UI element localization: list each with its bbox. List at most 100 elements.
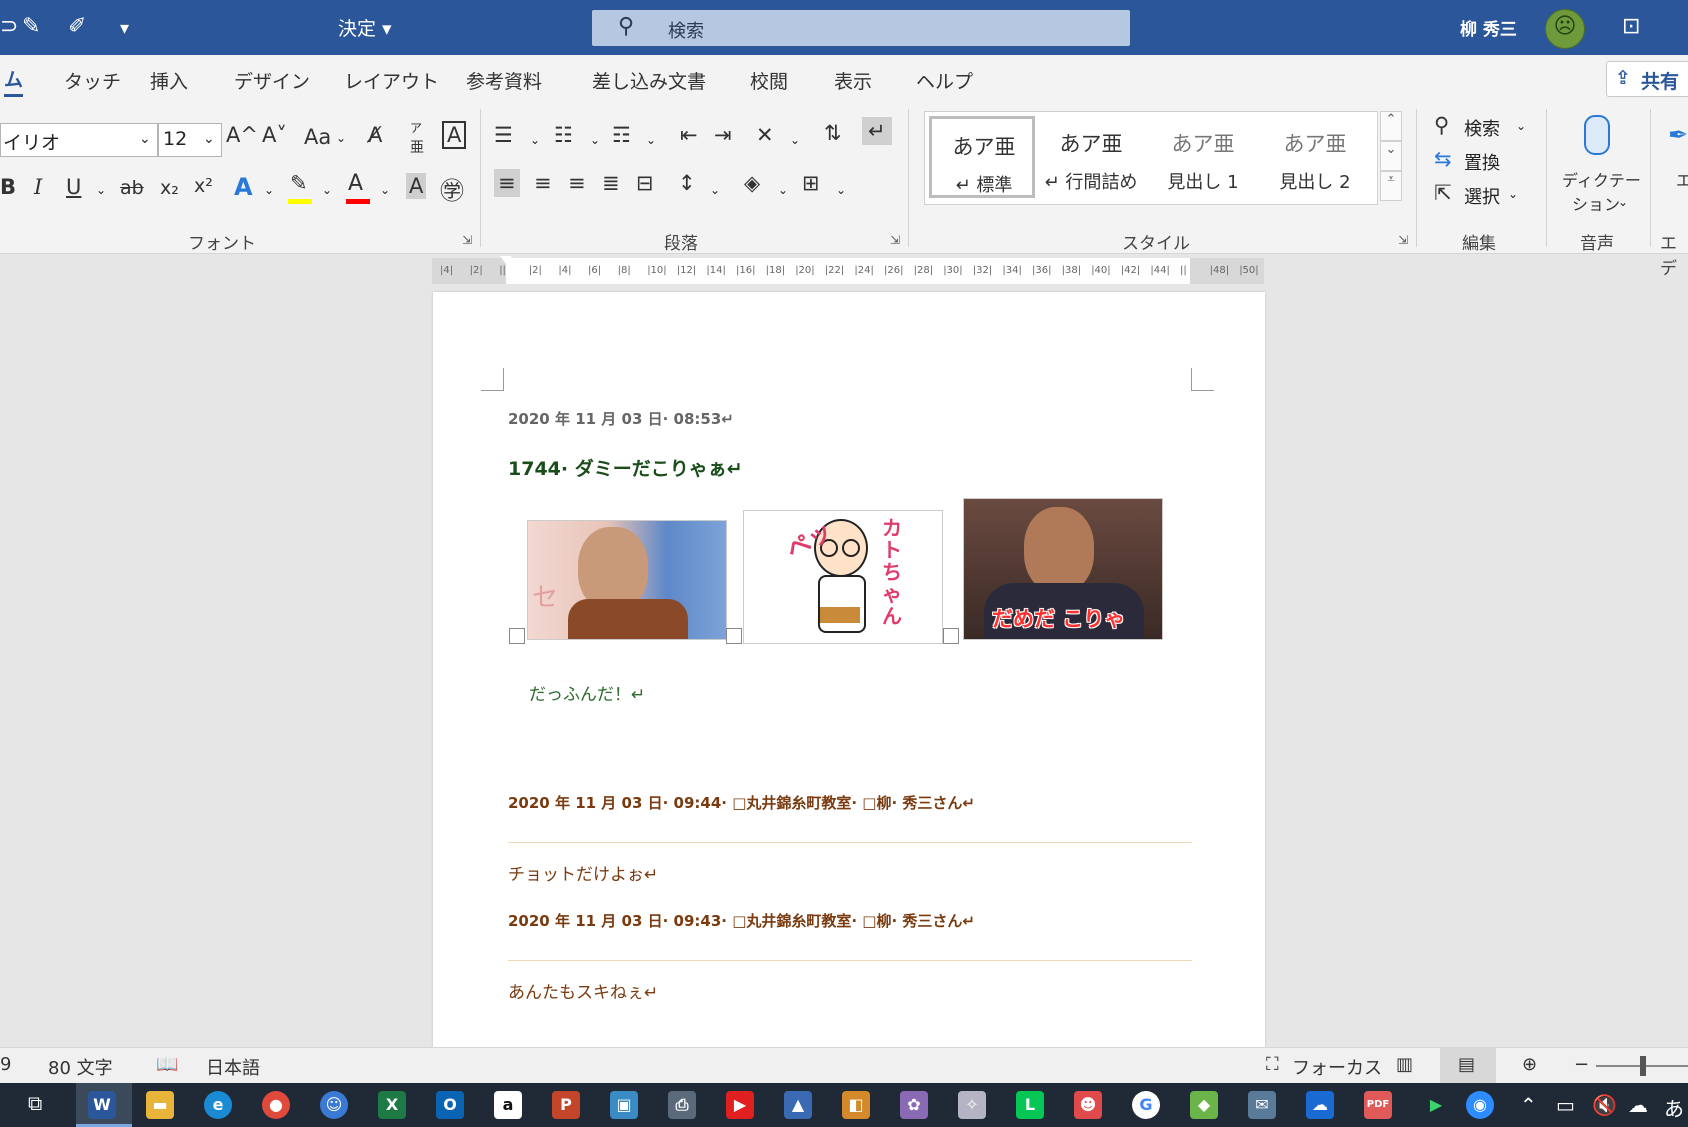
style-normal[interactable]: あア亜 ↵ 標準 xyxy=(929,116,1035,198)
style-no-spacing[interactable]: あア亜 ↵ 行間詰め xyxy=(1039,116,1143,198)
photo-comedian-2[interactable]: だめだ こりゃ xyxy=(963,498,1163,640)
proofing-icon[interactable]: 📖 xyxy=(156,1054,178,1075)
font-dialog-launcher-icon[interactable]: ⇲ xyxy=(462,233,472,247)
ime-indicator[interactable]: あ xyxy=(1664,1093,1684,1122)
line-spacing-icon[interactable]: ↕ xyxy=(678,171,696,195)
underline-button[interactable]: U xyxy=(66,175,81,199)
page-indicator[interactable]: 9 xyxy=(0,1054,11,1075)
tab-help[interactable]: ヘルプ xyxy=(916,67,973,94)
style-heading-1[interactable]: あア亜 見出し 1 xyxy=(1151,116,1255,198)
align-center-icon[interactable]: ≡ xyxy=(534,171,552,195)
chevron-down-icon[interactable]: ⌄ xyxy=(336,131,346,145)
chevron-down-icon[interactable]: ⌄ xyxy=(590,133,600,147)
search-box[interactable]: ⚲ 検索 xyxy=(592,10,1130,46)
character-app-icon[interactable]: ☻ xyxy=(1074,1091,1102,1119)
character-shading-icon[interactable]: A xyxy=(406,173,427,199)
user-name[interactable]: 柳 秀三 xyxy=(1460,15,1517,40)
highlight-pen-icon[interactable]: ✎ xyxy=(290,171,308,195)
show-formatting-marks-icon[interactable]: ↵ xyxy=(862,117,892,145)
chevron-up-icon[interactable]: ⌃ xyxy=(1520,1093,1537,1117)
avatar[interactable]: ☹ xyxy=(1545,9,1585,49)
chevron-down-icon[interactable]: ⌄ xyxy=(1618,195,1628,209)
focus-mode-button[interactable]: フォーカス xyxy=(1292,1054,1382,1080)
tab-review[interactable]: 校閲 xyxy=(750,67,788,94)
chevron-down-icon[interactable]: ⌄ xyxy=(530,133,540,147)
volume-muted-icon[interactable]: 🔇 xyxy=(1592,1093,1617,1117)
replace-icon[interactable]: ⇆ xyxy=(1434,147,1452,171)
autosave-icon[interactable]: ⊃ xyxy=(0,14,18,39)
dictate-label-line2[interactable]: ション xyxy=(1572,191,1620,215)
multilevel-list-icon[interactable]: ☶ xyxy=(612,123,631,147)
palette-icon[interactable]: ✿ xyxy=(900,1091,928,1119)
youtube-icon[interactable]: ▶ xyxy=(726,1091,754,1119)
gallery-more-icon[interactable]: ⩡ xyxy=(1380,171,1402,201)
customize-dropdown-icon[interactable]: ▾ xyxy=(120,18,129,39)
enclose-characters-icon[interactable]: ㊫ xyxy=(440,171,464,206)
gallery-scroll-down-icon[interactable]: ⌄ xyxy=(1380,141,1402,171)
gallery-scroll-up-icon[interactable]: ⌃ xyxy=(1380,111,1402,141)
inbox-icon[interactable]: ✉ xyxy=(1248,1091,1276,1119)
edit-icon[interactable]: ✎ xyxy=(22,14,40,39)
google-icon[interactable]: G xyxy=(1132,1091,1160,1119)
style-heading-2[interactable]: あア亜 見出し 2 xyxy=(1263,116,1367,198)
onedrive-icon[interactable]: ☁ xyxy=(1306,1091,1334,1119)
chevron-down-icon[interactable]: ⌄ xyxy=(710,183,720,197)
decrease-indent-icon[interactable]: ⇤ xyxy=(680,123,698,147)
image-handle[interactable] xyxy=(509,628,525,644)
align-right-icon[interactable]: ≡ xyxy=(568,171,586,195)
phonetic-guide-bottom[interactable]: 亜 xyxy=(410,137,424,157)
tab-home[interactable]: ム xyxy=(4,65,24,97)
photos-app-icon[interactable]: ▣ xyxy=(610,1091,638,1119)
find-button[interactable]: 検索 xyxy=(1464,115,1500,141)
chevron-down-icon[interactable]: ⌄ xyxy=(646,133,656,147)
microphone-icon[interactable] xyxy=(1584,115,1610,155)
chevron-down-icon[interactable]: ⌄ xyxy=(322,183,332,197)
image-handle[interactable] xyxy=(726,628,742,644)
italic-button[interactable]: I xyxy=(34,175,42,199)
bold-button[interactable]: B xyxy=(0,175,16,199)
print-layout-icon[interactable]: ▤ xyxy=(1458,1054,1475,1075)
web-layout-icon[interactable]: ⊕ xyxy=(1522,1054,1537,1075)
excel-icon[interactable]: X xyxy=(378,1091,406,1119)
ribbon-display-options-icon[interactable]: ⊡ xyxy=(1622,14,1640,39)
superscript-button[interactable]: x² xyxy=(194,175,213,197)
subscript-button[interactable]: x₂ xyxy=(160,177,179,199)
powerpoint-icon[interactable]: P xyxy=(552,1091,580,1119)
amazon-icon[interactable]: a xyxy=(494,1091,522,1119)
image-handle[interactable] xyxy=(943,628,959,644)
bullets-icon[interactable]: ☰ xyxy=(494,123,513,147)
printer-icon[interactable]: ⎙ xyxy=(668,1091,696,1119)
tab-layout[interactable]: レイアウト xyxy=(344,67,439,94)
chevron-down-icon[interactable]: ⌄ xyxy=(778,183,788,197)
people-icon[interactable]: ☺ xyxy=(320,1091,348,1119)
find-icon[interactable]: ⚲ xyxy=(1434,113,1449,137)
cartoon-kato[interactable]: ペッ カトちゃん xyxy=(743,510,943,644)
game-app-icon[interactable]: ◆ xyxy=(1190,1091,1218,1119)
file-explorer-icon[interactable]: ▬ xyxy=(146,1091,174,1119)
chrome-icon[interactable]: ● xyxy=(262,1091,290,1119)
word-count[interactable]: 80 文字 xyxy=(48,1054,113,1080)
justify-icon[interactable]: ≣ xyxy=(602,171,620,195)
chevron-down-icon[interactable]: ⌄ xyxy=(790,133,800,147)
tab-mailings[interactable]: 差し込み文書 xyxy=(592,67,706,94)
styles-dialog-launcher-icon[interactable]: ⇲ xyxy=(1398,233,1408,247)
shrink-font-icon[interactable]: A˅ xyxy=(262,123,287,147)
strikethrough-button[interactable]: ab xyxy=(120,177,144,199)
chevron-down-icon[interactable]: ⌄ xyxy=(1508,187,1518,201)
tab-view[interactable]: 表示 xyxy=(834,67,872,94)
tab-references[interactable]: 参考資料 xyxy=(466,67,542,94)
clear-formatting-icon[interactable]: A̸ xyxy=(368,123,382,147)
grow-font-icon[interactable]: A^ xyxy=(226,123,258,147)
line-icon[interactable]: L xyxy=(1016,1091,1044,1119)
chevron-down-icon[interactable]: ⌄ xyxy=(1516,119,1526,133)
select-cursor-icon[interactable]: ⇱ xyxy=(1434,181,1452,205)
pdf-png-icon[interactable]: PDF xyxy=(1364,1091,1392,1119)
borders-icon[interactable]: ⊞ xyxy=(802,171,820,195)
document-page[interactable]: 2020 年 11 月 03 日· 08:53↵ 1744· ダミーだこりゃぁ↵… xyxy=(433,292,1265,1052)
shading-icon[interactable]: ◈ xyxy=(744,171,760,195)
touch-mode-icon[interactable]: ✐ xyxy=(68,14,86,39)
edge-icon[interactable]: e xyxy=(204,1091,232,1119)
paint-icon[interactable]: ◧ xyxy=(842,1091,870,1119)
battery-icon[interactable]: ▭ xyxy=(1556,1093,1575,1117)
tab-touch[interactable]: タッチ xyxy=(64,67,121,94)
